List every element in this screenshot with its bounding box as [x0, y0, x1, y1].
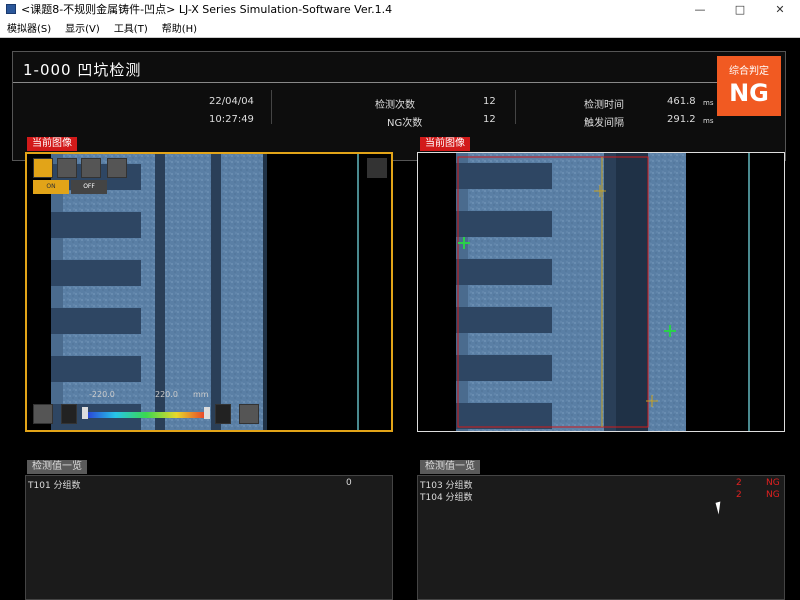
left-image-view: [27, 154, 391, 430]
scale-min: -220.0: [89, 390, 115, 399]
maximize-icon[interactable]: □: [720, 0, 760, 18]
count-label: 检测次数: [375, 100, 415, 111]
window-titlebar: <课题8-不规则金属铸件-凹点> LJ-X Series Simulation-…: [0, 0, 800, 18]
menu-help[interactable]: 帮助(H): [155, 20, 204, 35]
close-icon[interactable]: ✕: [760, 0, 800, 18]
overall-result-box: 综合判定 NG: [717, 56, 781, 116]
inspection-time-value: 461.8: [667, 96, 696, 107]
list-item: T103 分组数 2 NG: [418, 478, 784, 491]
off-toggle[interactable]: OFF: [71, 180, 107, 194]
divider: [271, 90, 272, 124]
right-measurement-list: T103 分组数 2 NG T104 分组数 2 NG: [417, 475, 785, 600]
time-label: 检测时间: [584, 100, 624, 111]
ng-value: 12: [483, 114, 496, 125]
width-icon[interactable]: [215, 404, 231, 424]
divider: [515, 90, 516, 124]
list-item: T104 分组数 2 NG: [418, 490, 784, 503]
list-item-status: NG: [766, 478, 780, 488]
range-icon[interactable]: [61, 404, 77, 424]
header-divider: [13, 82, 719, 83]
list-item-value: 0: [346, 478, 352, 488]
left-panel-tag: 当前图像: [27, 137, 77, 151]
menu-tools[interactable]: 工具(T): [107, 20, 155, 35]
height-icon[interactable]: [107, 158, 127, 178]
program-title: 1-000 凹坑检测: [23, 61, 142, 79]
scale-min-handle[interactable]: [82, 407, 88, 419]
on-toggle[interactable]: ON: [33, 180, 69, 194]
sort-icon[interactable]: [239, 404, 259, 424]
overall-result-label: 综合判定: [729, 66, 769, 77]
date-value: 22/04/04: [209, 96, 254, 107]
ring-icon[interactable]: [81, 158, 101, 178]
scale-max-handle[interactable]: [204, 407, 210, 419]
right-list-tag: 检测值一览: [420, 460, 480, 474]
list-item-label: T101 分组数: [28, 481, 81, 491]
right-image-view: [418, 153, 784, 431]
ng-label: NG次数: [387, 118, 423, 129]
status-header: 1-000 凹坑检测 22/04/04 10:27:49 检测次数 12 NG次…: [12, 51, 786, 161]
profile-icon[interactable]: [57, 158, 77, 178]
overall-result-value: NG: [729, 79, 769, 107]
scale-unit: mm: [193, 390, 209, 399]
right-panel-tag: 当前图像: [420, 137, 470, 151]
list-item-status: NG: [766, 490, 780, 500]
right-image-panel[interactable]: [417, 152, 785, 432]
main-area: 1-000 凹坑检测 22/04/04 10:27:49 检测次数 12 NG次…: [0, 39, 800, 600]
interval-value: 291.2: [667, 114, 696, 125]
menu-display[interactable]: 显示(V): [58, 20, 107, 35]
left-measurement-list: T101 分组数 0: [25, 475, 393, 600]
left-image-panel[interactable]: ON OFF -220.0 220.0 mm: [25, 152, 393, 432]
minimize-icon[interactable]: —: [680, 0, 720, 18]
fullscreen-icon[interactable]: [367, 158, 387, 178]
list-item-value: 2: [736, 478, 742, 488]
color-scale-bar: [85, 412, 207, 418]
list-item-label: T104 分组数: [420, 493, 473, 503]
window-title: <课题8-不规则金属铸件-凹点> LJ-X Series Simulation-…: [21, 3, 393, 16]
settings-gear-icon[interactable]: [33, 404, 53, 424]
inspection-time-unit: ms: [703, 99, 714, 107]
list-item: T101 分组数 0: [26, 478, 392, 491]
interval-label: 触发间隔: [584, 118, 624, 129]
list-item-value: 2: [736, 490, 742, 500]
person-view-icon[interactable]: [33, 158, 53, 178]
count-value: 12: [483, 96, 496, 107]
interval-unit: ms: [703, 117, 714, 125]
time-value: 10:27:49: [209, 114, 254, 125]
app-icon: [6, 4, 16, 14]
menu-bar: 模拟器(S) 显示(V) 工具(T) 帮助(H): [0, 18, 800, 38]
scale-max: 220.0: [155, 390, 178, 399]
left-list-tag: 检测值一览: [27, 460, 87, 474]
menu-simulator[interactable]: 模拟器(S): [0, 20, 58, 35]
